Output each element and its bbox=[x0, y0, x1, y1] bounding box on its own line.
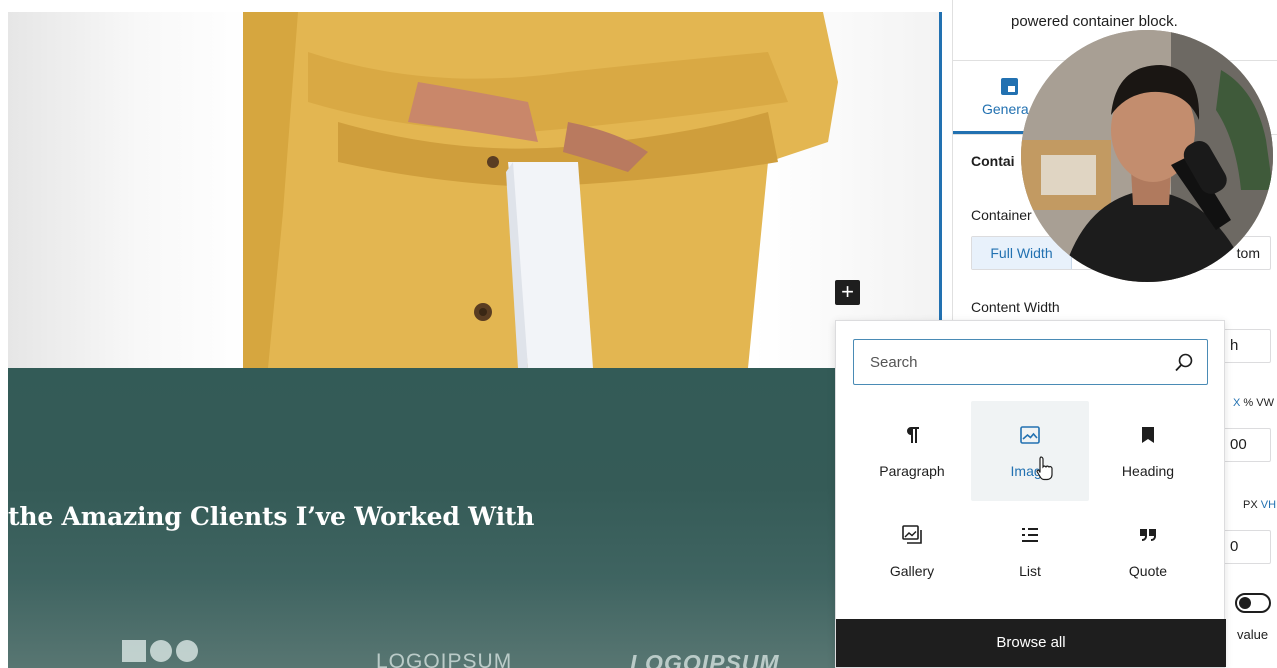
block-search-input[interactable] bbox=[854, 340, 1174, 384]
block-label: Quote bbox=[1128, 563, 1168, 579]
paragraph-icon bbox=[900, 423, 924, 447]
add-block-button[interactable]: + bbox=[835, 280, 860, 305]
hero-image bbox=[8, 12, 940, 368]
gallery-icon bbox=[900, 523, 924, 547]
general-tab-icon bbox=[1001, 78, 1018, 95]
toggle-switch[interactable] bbox=[1235, 593, 1271, 613]
unit-vh[interactable]: VH bbox=[1261, 499, 1276, 511]
plus-icon: + bbox=[841, 279, 854, 304]
block-search-box[interactable] bbox=[853, 339, 1208, 385]
value-label: value bbox=[1237, 627, 1269, 642]
clients-section: the Amazing Clients I’ve Worked With LOG… bbox=[8, 368, 940, 668]
unit-vw[interactable]: VW bbox=[1256, 397, 1274, 409]
block-item-heading[interactable]: Heading bbox=[1089, 401, 1207, 501]
block-item-list[interactable]: List bbox=[971, 501, 1089, 601]
client-logo-3: LOGOIPSUM bbox=[630, 650, 780, 668]
image-icon bbox=[1018, 423, 1042, 447]
block-label: Paragraph bbox=[879, 463, 945, 479]
unit-selector: PX VH bbox=[1243, 499, 1276, 511]
list-icon bbox=[1018, 523, 1042, 547]
unit-percent[interactable]: % bbox=[1243, 397, 1253, 409]
block-description: powered container block. bbox=[1011, 13, 1178, 30]
block-label: Image bbox=[1010, 463, 1050, 479]
block-item-quote[interactable]: Quote bbox=[1089, 501, 1207, 601]
clients-heading: the Amazing Clients I’ve Worked With bbox=[8, 502, 535, 531]
search-icon bbox=[1175, 353, 1193, 372]
presenter-webcam bbox=[1021, 30, 1273, 282]
block-label: Gallery bbox=[889, 563, 935, 579]
custom-width-option[interactable]: tom bbox=[1237, 237, 1260, 269]
unit-selector: X % VW bbox=[1233, 397, 1274, 409]
browse-all-button[interactable]: Browse all bbox=[836, 619, 1226, 667]
unit-px[interactable]: PX bbox=[1243, 499, 1258, 511]
block-item-image[interactable]: Image bbox=[971, 401, 1089, 501]
content-width-label: Content Width bbox=[971, 299, 1060, 315]
client-logo-1 bbox=[122, 640, 198, 662]
man-with-crossed-arms-photo bbox=[243, 12, 838, 368]
block-grid: Paragraph Image Heading Gallery List Quo… bbox=[853, 401, 1208, 601]
block-item-gallery[interactable]: Gallery bbox=[853, 501, 971, 601]
block-inserter-popover: Paragraph Image Heading bbox=[835, 320, 1226, 668]
container-label: Container bbox=[971, 207, 1032, 223]
editor-canvas: the Amazing Clients I’ve Worked With LOG… bbox=[0, 0, 940, 668]
heading-icon bbox=[1136, 423, 1160, 447]
block-label: List bbox=[1019, 563, 1041, 579]
tab-general-label: Genera bbox=[982, 101, 1029, 117]
block-item-paragraph[interactable]: Paragraph bbox=[853, 401, 971, 501]
unit-px[interactable]: X bbox=[1233, 397, 1240, 409]
presenter-photo bbox=[1021, 30, 1273, 282]
client-logo-2: LOGOIPSUM bbox=[376, 650, 513, 668]
block-label: Heading bbox=[1121, 463, 1175, 479]
quote-icon bbox=[1136, 523, 1160, 547]
panel-title[interactable]: Contai bbox=[971, 153, 1015, 169]
